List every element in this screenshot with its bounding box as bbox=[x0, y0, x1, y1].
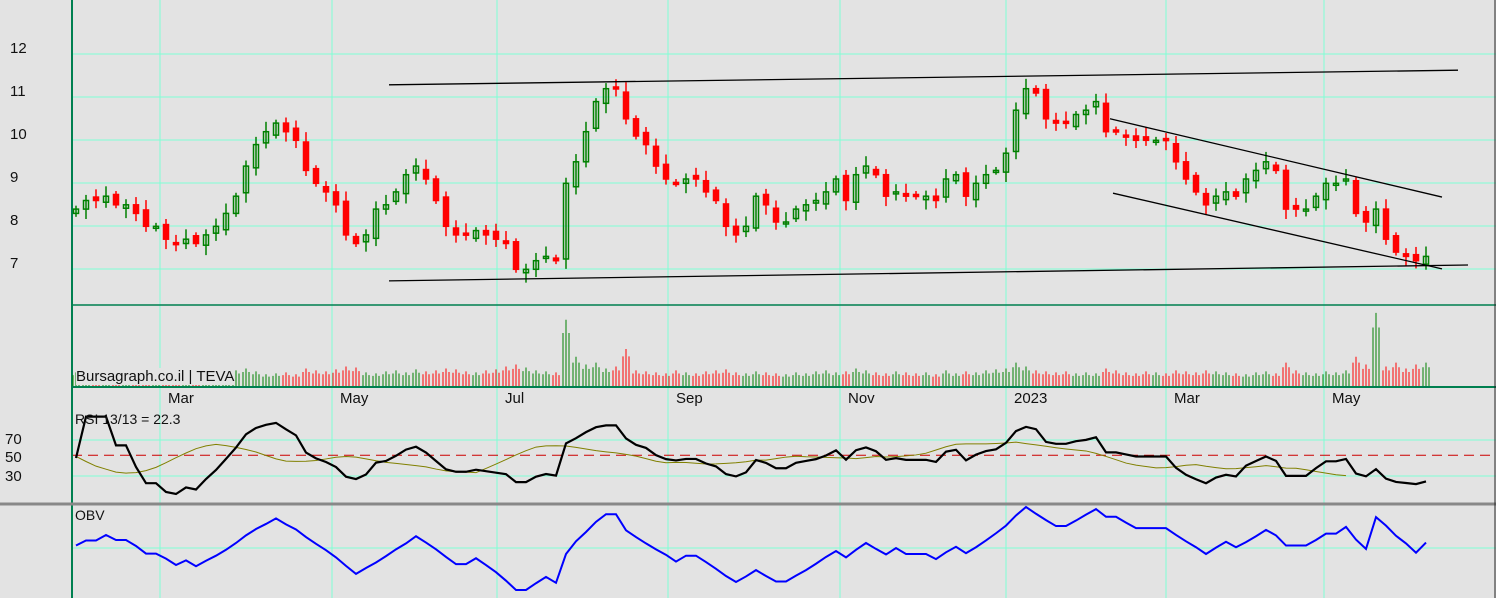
candle-down bbox=[282, 122, 290, 133]
candle-down bbox=[1352, 179, 1360, 215]
candle-down bbox=[1052, 119, 1060, 124]
month-label: Nov bbox=[848, 390, 875, 407]
chart-title: Bursagraph.co.il | TEVA bbox=[76, 368, 235, 385]
candle-down bbox=[712, 189, 720, 202]
candle-down bbox=[432, 178, 440, 202]
month-label: 2023 bbox=[1014, 390, 1048, 407]
price-tick: 7 bbox=[10, 255, 19, 272]
candle-down bbox=[672, 181, 680, 186]
month-label: Jul bbox=[505, 390, 525, 407]
candle-down bbox=[632, 118, 640, 137]
candle-down bbox=[1292, 204, 1300, 210]
candle-down bbox=[702, 179, 710, 193]
candle-down bbox=[882, 173, 890, 197]
candle-down bbox=[92, 196, 100, 202]
candle-down bbox=[1042, 88, 1050, 120]
candle-down bbox=[1032, 87, 1040, 94]
candle-down bbox=[482, 229, 490, 236]
candle-down bbox=[962, 172, 970, 197]
month-label: Sep bbox=[676, 390, 703, 407]
candle-down bbox=[872, 168, 880, 176]
candle-down bbox=[1392, 235, 1400, 253]
candle-down bbox=[652, 145, 660, 167]
month-label: Mar bbox=[1174, 390, 1200, 407]
candle-down bbox=[1102, 102, 1110, 133]
month-label: May bbox=[340, 390, 369, 407]
candle-down bbox=[642, 131, 650, 146]
candle-down bbox=[302, 141, 310, 172]
candle-down bbox=[462, 232, 470, 236]
stock-chart: 12 11 10 9 8 7 70 50 30 Mar May Jul Sep Nov 2… bbox=[0, 0, 1496, 598]
candle-down bbox=[312, 167, 320, 185]
candle-down bbox=[1202, 192, 1210, 206]
candle-down bbox=[192, 235, 200, 245]
candle-down bbox=[1182, 161, 1190, 180]
month-label: May bbox=[1332, 390, 1361, 407]
month-label: Mar bbox=[168, 390, 194, 407]
candle-down bbox=[422, 168, 430, 180]
candle-down bbox=[552, 257, 560, 262]
candle-down bbox=[1132, 135, 1140, 142]
candle-down bbox=[322, 185, 330, 193]
candle-down bbox=[1142, 136, 1150, 142]
candle-down bbox=[1172, 142, 1180, 163]
candle-down bbox=[1382, 208, 1390, 240]
candle-down bbox=[762, 193, 770, 206]
price-tick: 9 bbox=[10, 169, 19, 186]
trendline bbox=[1112, 192, 1443, 270]
trendline bbox=[388, 264, 1469, 282]
candle-down bbox=[932, 195, 940, 202]
candle-down bbox=[732, 225, 740, 236]
candle-down bbox=[1402, 253, 1410, 258]
candle-down bbox=[352, 235, 360, 245]
candle-down bbox=[332, 191, 340, 206]
candle-down bbox=[1112, 129, 1120, 133]
price-tick: 12 bbox=[10, 40, 27, 57]
chart-canvas bbox=[0, 0, 1496, 598]
candle-down bbox=[502, 240, 510, 245]
candle-down bbox=[1062, 120, 1070, 125]
candle-down bbox=[842, 174, 850, 202]
rsi-signal-line bbox=[75, 441, 1347, 477]
candle-down bbox=[1192, 174, 1200, 193]
price-tick: 10 bbox=[10, 126, 27, 143]
candle-down bbox=[132, 204, 140, 215]
candle-down bbox=[442, 196, 450, 228]
candle-down bbox=[172, 241, 180, 246]
candle-down bbox=[612, 86, 620, 90]
candle-down bbox=[342, 200, 350, 236]
candle-down bbox=[902, 192, 910, 197]
obv-label: OBV bbox=[75, 507, 105, 523]
candle-down bbox=[662, 163, 670, 180]
rsi-tick: 30 bbox=[5, 468, 22, 485]
candle-down bbox=[512, 241, 520, 271]
price-tick: 8 bbox=[10, 212, 19, 229]
rsi-tick: 70 bbox=[5, 431, 22, 448]
candle-down bbox=[912, 193, 920, 198]
candle-down bbox=[162, 223, 170, 240]
candle-down bbox=[292, 127, 300, 142]
candle-down bbox=[1232, 191, 1240, 197]
candle-down bbox=[142, 209, 150, 228]
candle-down bbox=[492, 230, 500, 240]
candle-down bbox=[1272, 164, 1280, 172]
trendline bbox=[388, 69, 1459, 86]
candle-down bbox=[1122, 134, 1130, 138]
rsi-tick: 50 bbox=[5, 449, 22, 466]
candle-down bbox=[722, 203, 730, 228]
candle-down bbox=[1282, 169, 1290, 210]
rsi-label: RSI 13/13 = 22.3 bbox=[75, 411, 181, 427]
candle-down bbox=[1162, 137, 1170, 142]
candle-down bbox=[622, 91, 630, 120]
candle-down bbox=[112, 193, 120, 206]
candle-down bbox=[1362, 210, 1370, 223]
candle-down bbox=[1412, 253, 1420, 262]
price-tick: 11 bbox=[10, 83, 26, 100]
candle-down bbox=[692, 174, 700, 180]
trendline bbox=[1109, 118, 1443, 198]
candle-down bbox=[772, 207, 780, 223]
candle-down bbox=[452, 227, 460, 236]
